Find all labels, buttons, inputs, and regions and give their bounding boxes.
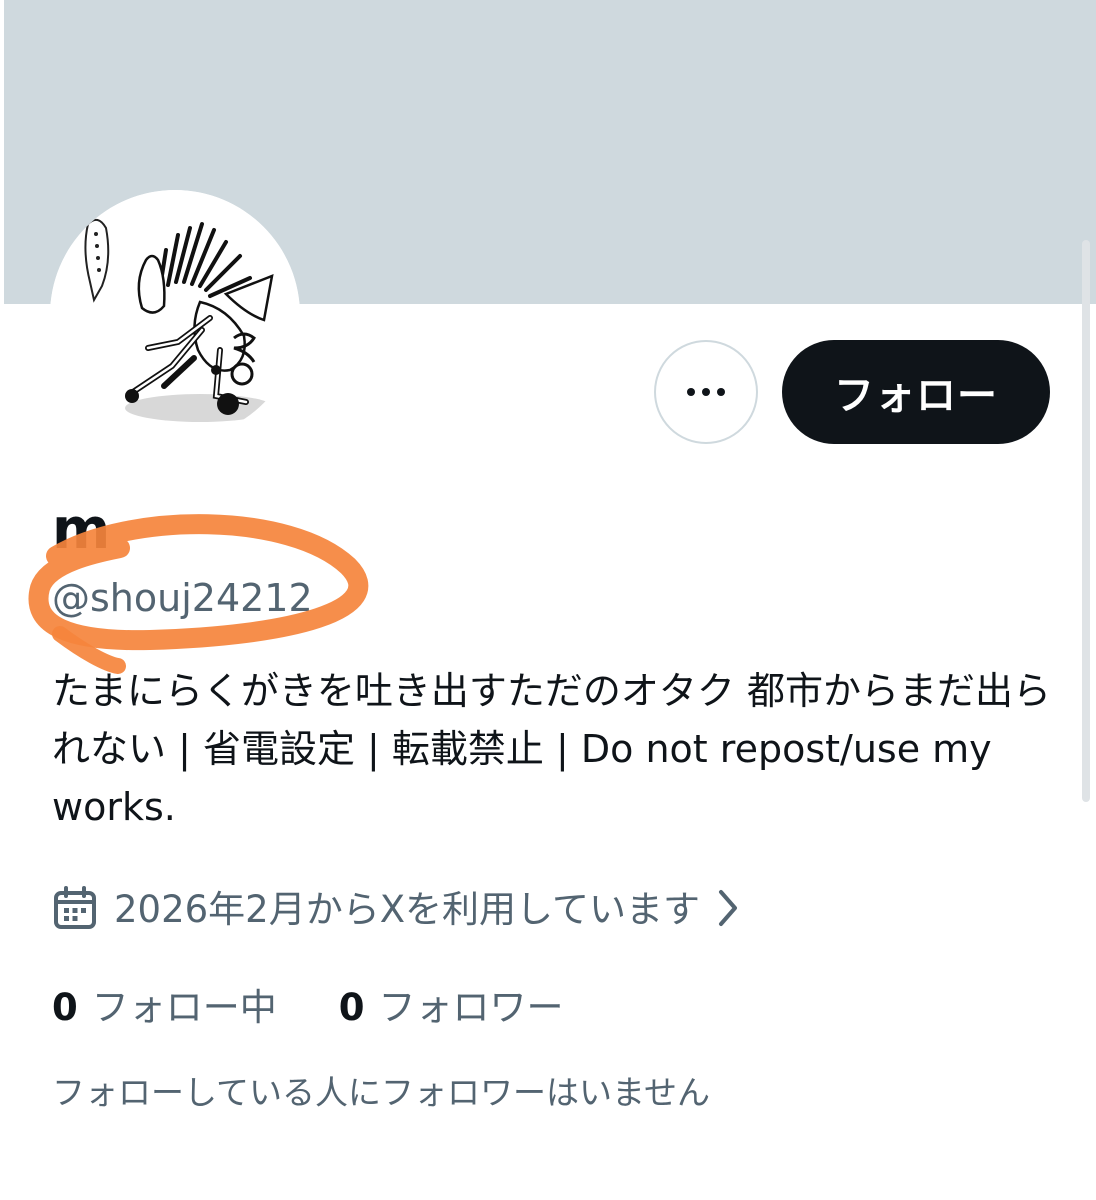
follow-button[interactable]: フォロー <box>782 340 1050 444</box>
joined-date-text: 2026年2月からXを利用しています <box>114 888 700 931</box>
follow-button-label: フォロー <box>834 373 998 419</box>
followers-you-know-text: フォローしている人にフォロワーはいません <box>52 1073 711 1112</box>
follow-counts: 0 フォロー中 0 フォロワー <box>52 978 564 1038</box>
profile-page: フォロー m @shouj24212 たまにらくがきを吐き出すただのオタク 都市… <box>0 0 1096 1200</box>
profile-bio: たまにらくがきを吐き出すただのオタク 都市からまだ出られない | 省電設定 | … <box>52 669 1051 829</box>
following-label: フォロー中 <box>91 986 277 1029</box>
following-count: 0 <box>52 986 78 1029</box>
calendar-icon <box>52 885 98 935</box>
profile-handle: @shouj24212 <box>52 576 313 620</box>
followers-label: フォロワー <box>378 986 564 1029</box>
chevron-right-icon <box>716 888 740 932</box>
followers-count-link[interactable]: 0 フォロワー <box>339 978 564 1038</box>
more-options-button[interactable] <box>654 340 758 444</box>
more-horizontal-icon <box>687 388 725 396</box>
avatar-drawing <box>50 190 300 440</box>
scrollbar[interactable] <box>1082 240 1090 802</box>
following-count-link[interactable]: 0 フォロー中 <box>52 978 277 1038</box>
followers-count: 0 <box>338 986 365 1029</box>
joined-date-row[interactable]: 2026年2月からXを利用しています <box>52 880 740 940</box>
display-name: m <box>52 497 111 562</box>
avatar[interactable] <box>50 190 300 440</box>
